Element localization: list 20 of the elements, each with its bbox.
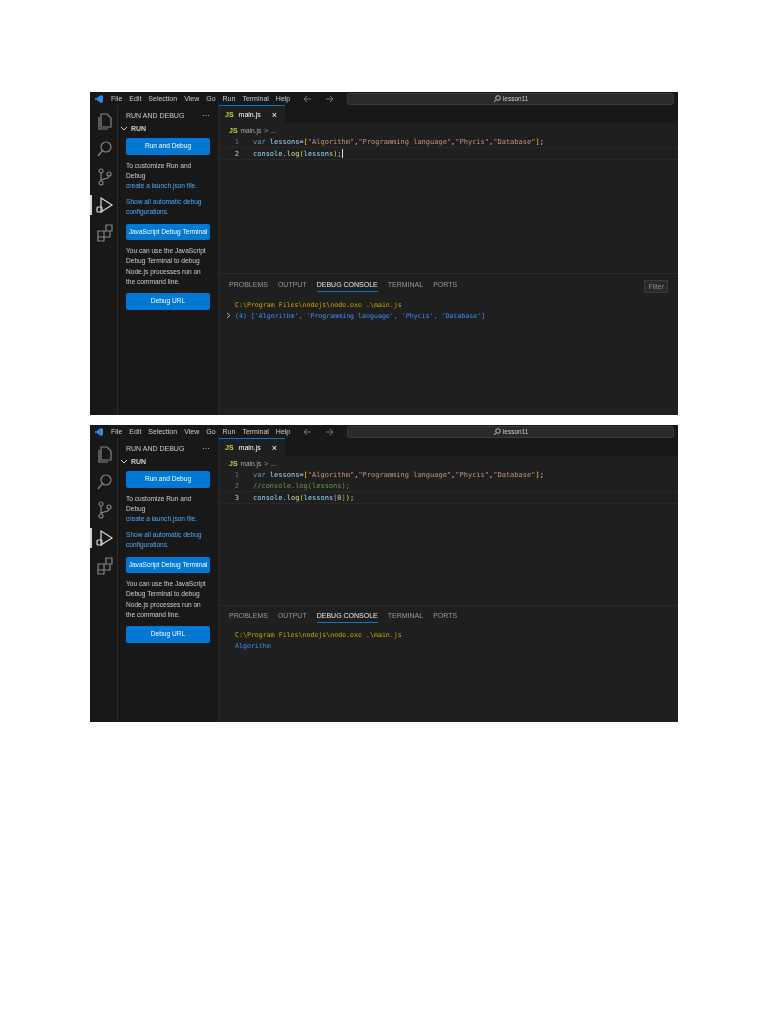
more-actions-button[interactable]: ··· (202, 110, 210, 120)
vscode-logo-icon (94, 93, 104, 104)
run-debug-icon (94, 195, 115, 215)
back-arrow-icon[interactable] (303, 427, 313, 436)
run-debug-icon (94, 528, 115, 548)
chevron-down-icon (120, 125, 128, 132)
extensions-icon (94, 556, 115, 576)
extensions-icon (94, 223, 115, 243)
forward-arrow-icon[interactable] (325, 427, 335, 436)
more-actions-button[interactable]: ··· (202, 443, 210, 453)
chevron-down-icon (120, 458, 128, 465)
search-icon (492, 427, 501, 436)
search-icon (492, 94, 501, 103)
back-arrow-icon[interactable] (303, 94, 313, 103)
forward-arrow-icon[interactable] (325, 94, 335, 103)
chevron-right-icon[interactable] (226, 312, 231, 319)
close-button[interactable]: × (271, 442, 277, 453)
close-button[interactable]: × (271, 109, 277, 120)
vscode-logo-icon (94, 426, 104, 437)
text-cursor (341, 149, 343, 158)
